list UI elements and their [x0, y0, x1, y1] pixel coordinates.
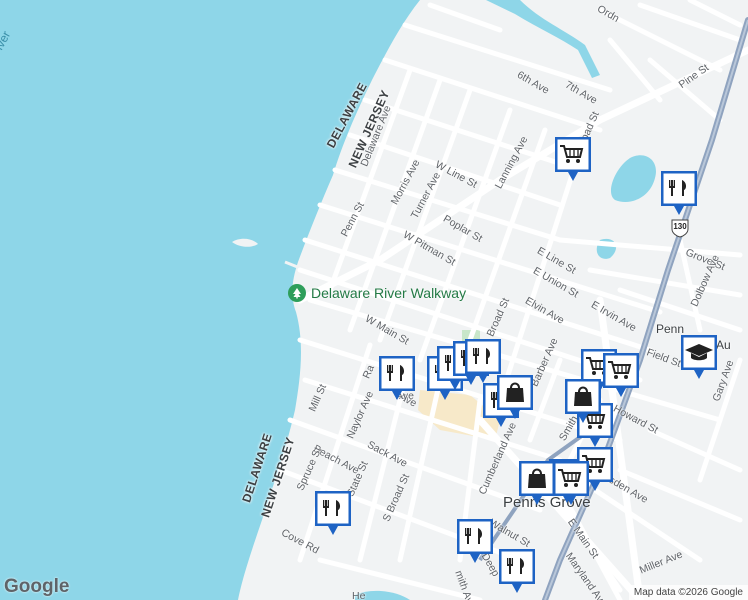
fork-knife-icon	[379, 356, 415, 400]
fork-knife-icon	[457, 519, 493, 563]
marker-shopping[interactable]	[518, 460, 556, 506]
poi-label: Delaware River Walkway	[311, 285, 467, 301]
fork-knife-icon	[661, 171, 697, 215]
map-canvas[interactable]: DELAWARE NEW JERSEY DELAWARE NEW JERSEY …	[0, 0, 748, 600]
shopping-bag-icon	[519, 461, 555, 505]
graduation-cap-icon	[681, 335, 717, 379]
marker-restaurant[interactable]	[660, 170, 698, 216]
marker-restaurant[interactable]	[378, 355, 416, 401]
shopping-cart-icon	[553, 461, 589, 505]
highway-shield: 130	[670, 218, 690, 238]
shopping-bag-icon	[565, 379, 601, 423]
marker-restaurant[interactable]	[498, 548, 536, 594]
fork-knife-icon	[315, 491, 351, 535]
poi-delaware-river-walkway[interactable]: Delaware River Walkway	[288, 284, 466, 302]
marker-restaurant[interactable]	[314, 490, 352, 536]
marker-school[interactable]	[680, 334, 718, 380]
map-attribution[interactable]: Map data ©2026 Google	[628, 585, 748, 600]
highway-shield-number: 130	[673, 222, 687, 231]
shopping-cart-icon	[555, 137, 591, 181]
pond	[610, 155, 656, 202]
street-label: He	[352, 590, 366, 600]
tree-icon	[288, 284, 306, 302]
marker-grocery[interactable]	[554, 136, 592, 182]
marker-grocery[interactable]	[602, 352, 640, 398]
marker-shopping[interactable]	[564, 378, 602, 424]
google-logo: Google	[4, 576, 70, 597]
shopping-cart-icon	[603, 353, 639, 397]
marker-shopping[interactable]	[496, 374, 534, 420]
street-label: Au	[716, 338, 731, 352]
shopping-bag-icon	[497, 375, 533, 419]
marker-restaurant[interactable]	[456, 518, 494, 564]
marker-grocery[interactable]	[552, 460, 590, 506]
fork-knife-icon	[499, 549, 535, 593]
